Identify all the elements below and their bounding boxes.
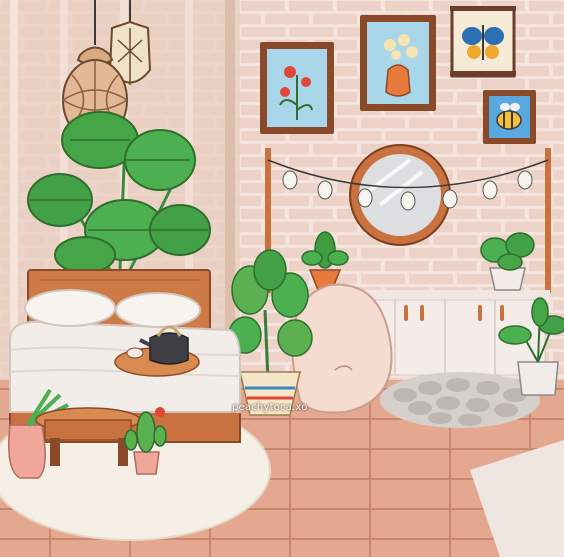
scene-canvas — [0, 0, 564, 557]
watermark-text: peachytoca.xo — [232, 402, 308, 413]
flower-painting-icon[interactable] — [260, 42, 334, 134]
vase-painting-icon[interactable] — [360, 15, 436, 111]
butterfly-poster-icon[interactable] — [450, 6, 516, 78]
bee-painting-icon[interactable] — [483, 90, 536, 144]
pebble-mat-icon[interactable] — [380, 372, 540, 428]
bedroom-scene: peachytoca.xo — [0, 0, 564, 557]
